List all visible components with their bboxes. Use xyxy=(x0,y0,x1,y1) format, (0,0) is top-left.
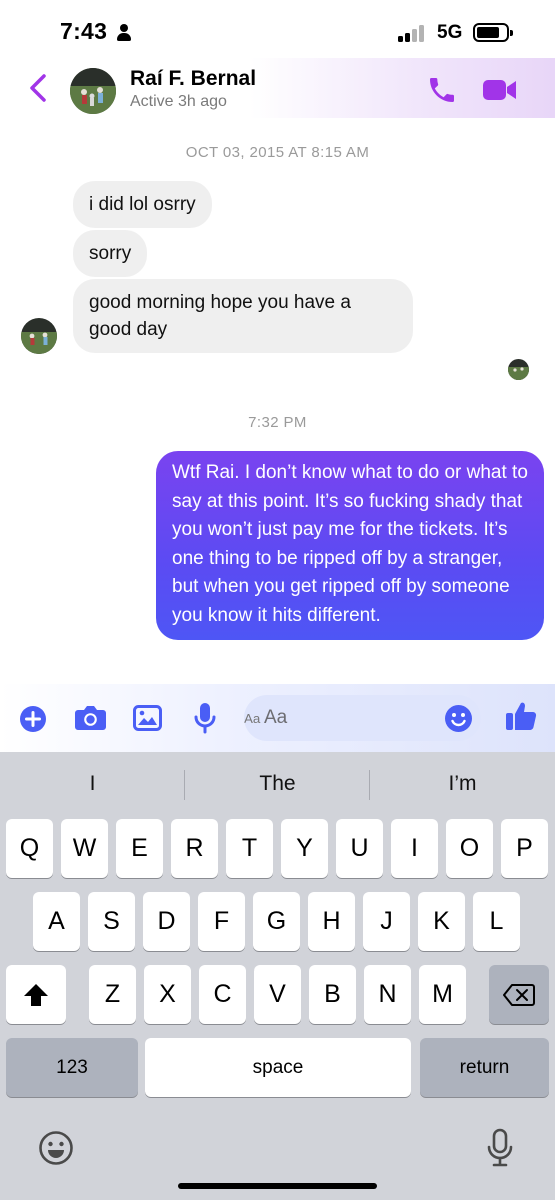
incoming-message[interactable]: i did lol osrry xyxy=(73,181,212,228)
key[interactable]: B xyxy=(309,965,356,1024)
sender-avatar[interactable] xyxy=(21,318,57,354)
key[interactable]: K xyxy=(418,892,465,951)
key[interactable]: M xyxy=(419,965,466,1024)
key[interactable]: T xyxy=(226,819,273,878)
return-key[interactable]: return xyxy=(420,1038,549,1097)
key[interactable]: U xyxy=(336,819,383,878)
shift-key[interactable] xyxy=(6,965,66,1024)
key[interactable]: X xyxy=(144,965,191,1024)
plus-icon[interactable] xyxy=(19,705,47,738)
numbers-key[interactable]: 123 xyxy=(6,1038,138,1097)
suggestion-item[interactable]: I xyxy=(0,752,185,816)
shift-arrow-icon xyxy=(24,983,48,1006)
network-label: 5G xyxy=(437,22,463,43)
key[interactable]: F xyxy=(198,892,245,951)
video-camera-icon[interactable] xyxy=(482,76,518,104)
person-icon xyxy=(117,24,131,42)
back-chevron-icon[interactable] xyxy=(26,72,52,104)
key[interactable]: S xyxy=(88,892,135,951)
signal-icon xyxy=(398,24,428,42)
backspace-icon xyxy=(503,983,535,1006)
dictation-microphone-icon[interactable] xyxy=(486,1128,514,1173)
status-bar: 7:43 5G xyxy=(0,0,555,58)
microphone-icon[interactable] xyxy=(194,702,216,739)
key[interactable]: Z xyxy=(89,965,136,1024)
contact-name[interactable]: Raí F. Bernal xyxy=(130,67,256,91)
key[interactable]: A xyxy=(33,892,80,951)
key[interactable]: W xyxy=(61,819,108,878)
key[interactable]: J xyxy=(363,892,410,951)
home-indicator xyxy=(178,1183,377,1189)
avatar[interactable] xyxy=(70,68,116,114)
key[interactable]: H xyxy=(308,892,355,951)
battery-icon xyxy=(473,23,513,42)
seen-receipt-avatar xyxy=(508,359,529,380)
key[interactable]: N xyxy=(364,965,411,1024)
suggestion-item[interactable]: The xyxy=(185,752,370,816)
thumbs-up-icon[interactable] xyxy=(505,700,537,737)
thread-timestamp: 7:32 PM xyxy=(248,414,307,431)
thread-timestamp: OCT 03, 2015 AT 8:15 AM xyxy=(185,144,370,161)
key[interactable]: I xyxy=(391,819,438,878)
phone-icon[interactable] xyxy=(426,74,458,106)
space-key[interactable]: space xyxy=(145,1038,411,1097)
camera-icon[interactable] xyxy=(74,704,107,737)
key[interactable]: V xyxy=(254,965,301,1024)
key[interactable]: P xyxy=(501,819,548,878)
message-composer: Aa xyxy=(0,684,555,752)
key[interactable]: Q xyxy=(6,819,53,878)
photo-icon[interactable] xyxy=(133,705,162,736)
key[interactable]: R xyxy=(171,819,218,878)
key[interactable]: G xyxy=(253,892,300,951)
contact-active-status: Active 3h ago xyxy=(130,93,227,110)
key[interactable]: E xyxy=(116,819,163,878)
status-time: 7:43 xyxy=(60,18,108,44)
key[interactable]: O xyxy=(446,819,493,878)
key[interactable]: C xyxy=(199,965,246,1024)
suggestion-item[interactable]: I’m xyxy=(370,752,555,816)
emoji-icon[interactable] xyxy=(444,704,473,738)
backspace-key[interactable] xyxy=(489,965,549,1024)
outgoing-message[interactable]: Wtf Rai. I don’t know what to do or what… xyxy=(156,451,544,640)
key[interactable]: L xyxy=(473,892,520,951)
keyboard: I The I’m Q W E R T Y U I O P A S D F G … xyxy=(0,752,555,1200)
incoming-message[interactable]: good morning hope you have a good day xyxy=(73,279,413,353)
key[interactable]: D xyxy=(143,892,190,951)
chat-header: Raí F. Bernal Active 3h ago xyxy=(0,58,555,118)
incoming-message[interactable]: sorry xyxy=(73,230,148,277)
emoji-keyboard-icon[interactable] xyxy=(38,1130,74,1171)
key[interactable]: Y xyxy=(281,819,328,878)
